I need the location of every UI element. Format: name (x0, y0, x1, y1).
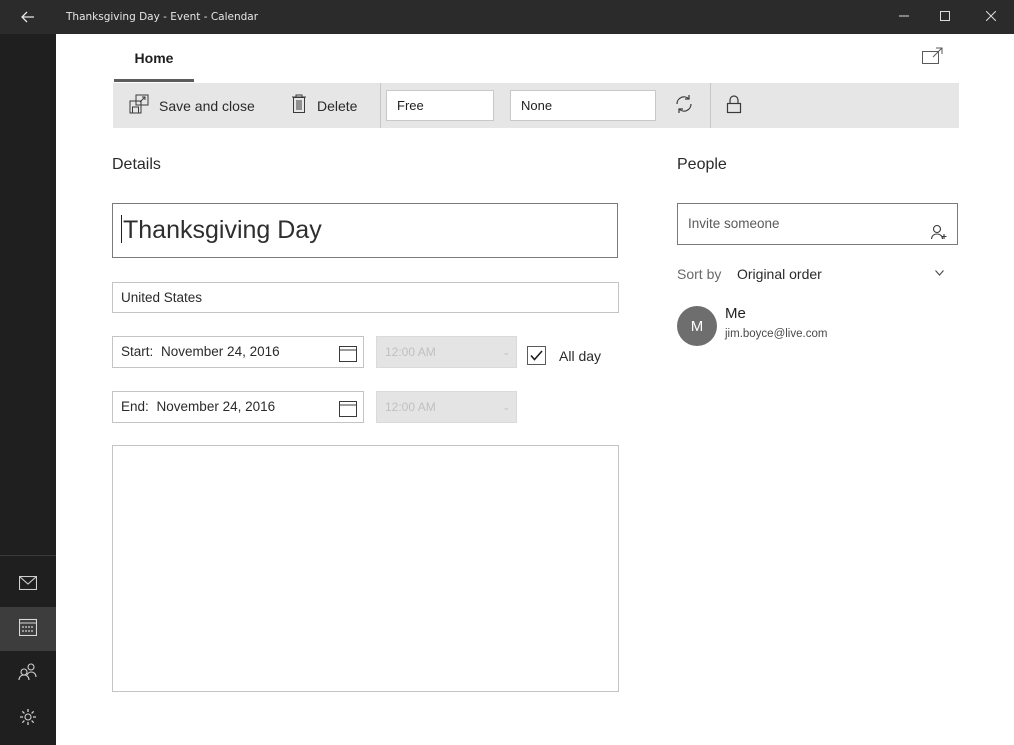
start-date-value: November 24, 2016 (161, 344, 280, 359)
sort-by-label: Sort by (677, 266, 722, 282)
event-title-value: Thanksgiving Day (123, 216, 322, 244)
mail-icon (18, 575, 38, 594)
save-close-icon (129, 94, 159, 117)
save-and-close-label: Save and close (159, 97, 255, 114)
toolbar-divider (380, 83, 381, 128)
rail-divider (0, 555, 56, 556)
show-as-dropdown[interactable]: Free (386, 90, 494, 121)
popout-button[interactable] (922, 47, 944, 67)
maximize-button[interactable] (922, 0, 968, 34)
start-label: Start: (121, 344, 154, 359)
event-title-input[interactable]: Thanksgiving Day (112, 203, 618, 258)
window-title: Thanksgiving Day - Event - Calendar (66, 11, 259, 23)
rail-item-people[interactable] (0, 652, 56, 696)
end-time-value: 12:00 AM (385, 400, 436, 414)
chevron-down-icon (935, 268, 944, 279)
lock-icon (726, 94, 742, 118)
tab-home-label: Home (134, 50, 174, 66)
tab-active-indicator (114, 79, 194, 82)
calendar-icon (18, 618, 38, 640)
repeat-button[interactable] (668, 83, 700, 128)
end-label: End: (121, 399, 149, 414)
ribbon-tabs: Home (56, 34, 1014, 82)
end-date-picker[interactable]: End: November 24, 2016 (112, 391, 364, 423)
settings-icon (19, 708, 37, 730)
attendee-email: jim.boyce@live.com (725, 328, 828, 340)
start-time-dropdown: 12:00 AM ⌄ (376, 336, 517, 368)
add-person-icon (930, 216, 947, 256)
chevron-down-icon: ⌄ (502, 402, 510, 412)
rail-item-mail[interactable] (0, 562, 56, 606)
avatar: M (677, 306, 717, 346)
close-icon (985, 9, 997, 25)
reminder-dropdown[interactable]: None (510, 90, 656, 121)
checkmark-icon (530, 346, 543, 365)
calendar-picker-icon (339, 398, 357, 428)
people-icon (18, 663, 38, 685)
start-time-value: 12:00 AM (385, 345, 436, 359)
save-and-close-button[interactable]: Save and close (129, 83, 255, 128)
sort-by-value: Original order (737, 266, 822, 282)
text-caret (121, 215, 122, 244)
start-date-picker[interactable]: Start: November 24, 2016 (112, 336, 364, 368)
invite-someone-input[interactable]: Invite someone (677, 203, 958, 245)
all-day-checkbox[interactable] (527, 346, 546, 365)
minimize-icon (899, 9, 909, 25)
trash-icon (291, 94, 317, 117)
invite-placeholder: Invite someone (688, 216, 780, 231)
end-time-dropdown: 12:00 AM ⌄ (376, 391, 517, 423)
navigation-rail (0, 34, 56, 745)
delete-button[interactable]: Delete (291, 83, 357, 128)
rail-item-settings[interactable] (0, 697, 56, 741)
minimize-button[interactable] (881, 0, 927, 34)
arrow-left-icon (21, 8, 35, 27)
all-day-label: All day (559, 348, 602, 364)
calendar-picker-icon (339, 343, 357, 373)
repeat-icon (674, 94, 694, 118)
people-heading: People (677, 156, 727, 173)
attendee-name: Me (725, 305, 746, 322)
toolbar: Save and close Delete Free None (113, 83, 959, 128)
location-input[interactable]: United States (112, 282, 619, 313)
end-date-value: November 24, 2016 (156, 399, 276, 414)
back-button[interactable] (0, 0, 56, 34)
rail-item-calendar[interactable] (0, 607, 56, 651)
private-button[interactable] (718, 83, 750, 128)
title-bar: Thanksgiving Day - Event - Calendar (0, 0, 1014, 34)
chevron-down-icon: ⌄ (502, 347, 510, 357)
close-button[interactable] (968, 0, 1014, 34)
toolbar-divider (710, 83, 711, 128)
delete-label: Delete (317, 97, 358, 114)
sort-by-dropdown[interactable]: Sort by Original order (677, 266, 958, 286)
event-notes-textarea[interactable] (112, 445, 619, 692)
popout-window-icon (922, 47, 944, 69)
details-heading: Details (112, 156, 161, 173)
maximize-icon (940, 9, 950, 25)
tab-home[interactable]: Home (114, 46, 194, 82)
